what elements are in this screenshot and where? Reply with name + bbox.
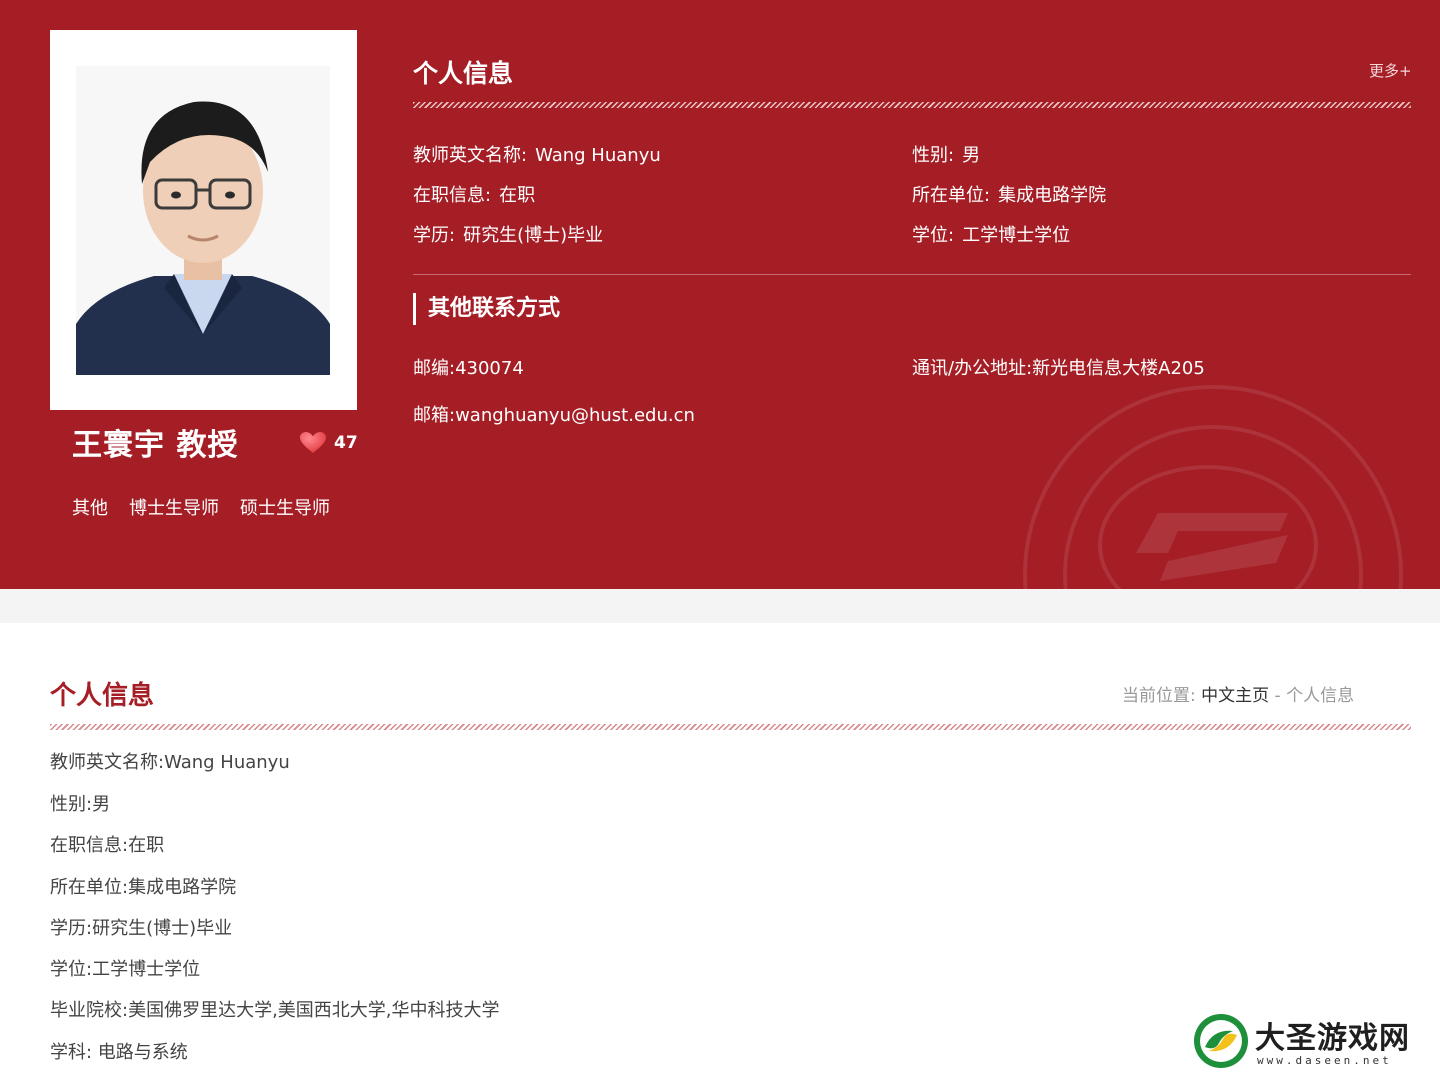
field-label: 邮箱: bbox=[413, 405, 456, 426]
name-row: 王寰宇 教授 47 bbox=[72, 420, 362, 470]
field-label: 邮编: bbox=[413, 358, 456, 379]
field-value: 新光电信息大楼A205 bbox=[1032, 358, 1205, 379]
field-value: Wang Huanyu bbox=[535, 145, 661, 166]
section-spacer bbox=[0, 589, 1440, 623]
email-link[interactable]: wanghuanyu@hust.edu.cn bbox=[455, 405, 695, 426]
detail-employment: 在职信息:在职 bbox=[50, 835, 165, 856]
field-label: 学历: bbox=[413, 225, 456, 246]
field-label: 通讯/办公地址: bbox=[912, 358, 1033, 379]
site-watermark: 大圣游戏网 www.daseen.net bbox=[1193, 1011, 1433, 1071]
detail-discipline: 学科: 电路与系统 bbox=[50, 1042, 188, 1063]
university-seal-icon bbox=[1023, 385, 1403, 589]
field-value: 430074 bbox=[455, 358, 524, 379]
profile-banner: 王寰宇 教授 47 其他 博士生导师 硕士生导师 个人信息 更多+ 教师英文名称… bbox=[0, 0, 1440, 589]
profile-photo-frame bbox=[50, 30, 357, 410]
breadcrumb-home-link[interactable]: 中文主页 bbox=[1201, 686, 1269, 706]
field-email: 邮箱:wanghuanyu@hust.edu.cn bbox=[413, 401, 695, 427]
title-divider bbox=[50, 724, 1411, 730]
field-postcode: 邮编:430074 bbox=[413, 354, 524, 380]
field-degree: 学位: 工学博士学位 bbox=[912, 221, 1070, 247]
field-gender: 性别: 男 bbox=[912, 141, 980, 167]
field-label: 教师英文名称: bbox=[413, 145, 528, 166]
likes-count: 47 bbox=[334, 433, 358, 453]
detail-alma-mater: 毕业院校:美国佛罗里达大学,美国西北大学,华中科技大学 bbox=[50, 1000, 500, 1021]
field-label: 所在单位: bbox=[912, 185, 991, 206]
role-list: 其他 博士生导师 硕士生导师 bbox=[72, 494, 351, 520]
detail-degree: 学位:工学博士学位 bbox=[50, 959, 201, 980]
field-label: 性别: bbox=[912, 145, 955, 166]
detail-department: 所在单位:集成电路学院 bbox=[50, 877, 237, 898]
profile-photo bbox=[76, 66, 330, 375]
field-value: 工学博士学位 bbox=[962, 225, 1071, 246]
field-english-name: 教师英文名称: Wang Huanyu bbox=[413, 141, 661, 167]
heart-icon bbox=[300, 432, 326, 453]
field-department: 所在单位: 集成电路学院 bbox=[912, 181, 1106, 207]
professor-name: 王寰宇 教授 bbox=[72, 428, 239, 463]
detail-education: 学历:研究生(博士)毕业 bbox=[50, 918, 233, 939]
daseen-logo-icon bbox=[1194, 1014, 1248, 1068]
section-divider bbox=[413, 274, 1411, 275]
field-office-address: 通讯/办公地址:新光电信息大楼A205 bbox=[912, 354, 1205, 380]
info-card-title: 个人信息 bbox=[413, 59, 514, 88]
more-link[interactable]: 更多+ bbox=[1369, 60, 1412, 81]
breadcrumb-prefix: 当前位置: bbox=[1122, 686, 1196, 706]
field-value: 男 bbox=[962, 145, 981, 166]
role-tag-phd-supervisor: 博士生导师 bbox=[129, 498, 219, 519]
field-education: 学历: 研究生(博士)毕业 bbox=[413, 221, 603, 247]
field-label: 在职信息: bbox=[413, 185, 492, 206]
title-divider bbox=[413, 102, 1411, 108]
field-label: 学位: bbox=[912, 225, 955, 246]
breadcrumb-current: 个人信息 bbox=[1286, 686, 1355, 706]
role-tag-other: 其他 bbox=[72, 498, 108, 519]
role-tag-master-supervisor: 硕士生导师 bbox=[240, 498, 330, 519]
detail-english-name: 教师英文名称:Wang Huanyu bbox=[50, 752, 290, 773]
contact-section-title: 其他联系方式 bbox=[413, 293, 560, 325]
breadcrumb-separator: - bbox=[1274, 686, 1281, 706]
field-value: 集成电路学院 bbox=[998, 185, 1107, 206]
watermark-url: www.daseen.net bbox=[1257, 1054, 1392, 1067]
field-value: 在职 bbox=[499, 185, 536, 206]
field-employment: 在职信息: 在职 bbox=[413, 181, 535, 207]
like-button[interactable]: 47 bbox=[300, 432, 358, 454]
breadcrumb: 当前位置: 中文主页 - 个人信息 bbox=[1122, 681, 1354, 706]
watermark-title: 大圣游戏网 bbox=[1255, 1021, 1410, 1056]
page-title: 个人信息 bbox=[50, 681, 155, 711]
detail-gender: 性别:男 bbox=[50, 794, 111, 815]
field-value: 研究生(博士)毕业 bbox=[463, 225, 604, 246]
